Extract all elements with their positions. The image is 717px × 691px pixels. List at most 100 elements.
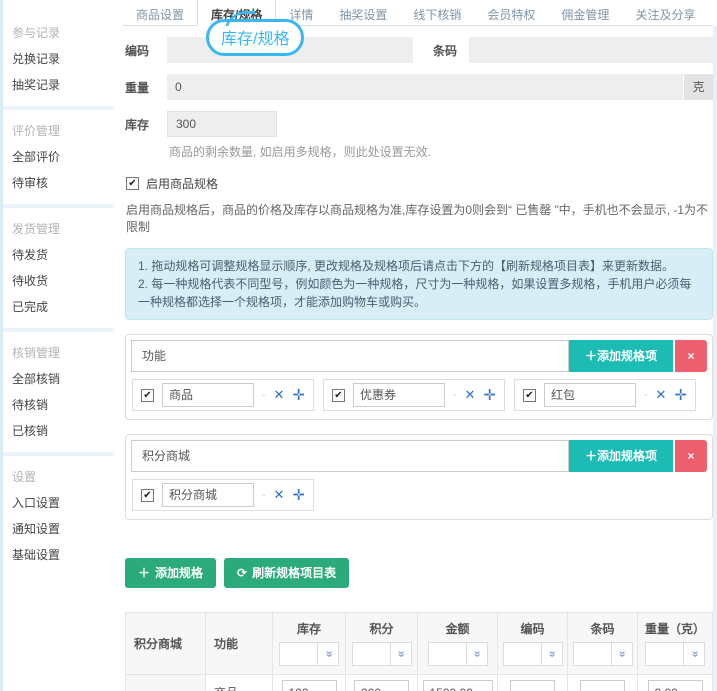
spec-item-input[interactable]: 优惠券 xyxy=(353,383,445,407)
table-row: 积分商城 商品 xyxy=(126,675,713,691)
tab-lottery-settings[interactable]: 抽奖设置 xyxy=(326,0,400,25)
spec-name-input[interactable]: 积分商城 xyxy=(131,440,569,472)
sidebar-item-pending-review[interactable]: 待审核 xyxy=(12,170,120,196)
spec-item-checkbox[interactable]: ✔ xyxy=(141,389,154,402)
delete-spec-button[interactable]: × xyxy=(675,440,707,472)
spec-items-row: ✔ 商品 - ✕ ✛ ✔ 优惠券 - ✕ ✛ ✔ 红包 - ✕ xyxy=(132,379,706,411)
sidebar-item-to-ship[interactable]: 待发货 xyxy=(12,242,120,268)
sidebar-item-pending-verify[interactable]: 待核销 xyxy=(12,392,120,418)
sidebar-group: 核销管理 全部核销 待核销 已核销 xyxy=(12,340,120,444)
refresh-icon: ⟳ xyxy=(237,566,247,580)
chevron-double-down-icon: « xyxy=(321,651,335,658)
batch-apply-button[interactable]: « xyxy=(390,642,412,666)
batch-apply-button[interactable]: « xyxy=(317,642,339,666)
enable-spec-checkbox[interactable]: ✔ xyxy=(126,177,139,190)
chevron-double-down-icon: « xyxy=(470,651,484,658)
spec-item-goods: ✔ 商品 - ✕ ✛ xyxy=(132,379,314,411)
tab-member-privilege[interactable]: 会员特权 xyxy=(474,0,548,25)
tab-commission[interactable]: 佣金管理 xyxy=(548,0,622,25)
spec-item-checkbox[interactable]: ✔ xyxy=(332,389,345,402)
sidebar-item-completed[interactable]: 已完成 xyxy=(12,294,120,320)
plus-icon: ＋ xyxy=(585,349,597,363)
spec-info-line2: 2. 每一种规格代表不同型号，例如颜色为一种规格，尺寸为一种规格，如果设置多规格… xyxy=(138,275,700,311)
drag-move-icon[interactable]: ✛ xyxy=(483,386,496,404)
thumb-placeholder[interactable]: - xyxy=(262,490,265,501)
tab-offline-verify[interactable]: 线下核销 xyxy=(400,0,474,25)
spec-actions: ＋添加规格 ⟳刷新规格项目表 xyxy=(125,558,713,588)
spec-item-input[interactable]: 积分商城 xyxy=(162,483,254,507)
sidebar-item-basic-settings[interactable]: 基础设置 xyxy=(12,542,120,568)
barcode-input[interactable] xyxy=(469,37,713,63)
refresh-spec-table-button[interactable]: ⟳刷新规格项目表 xyxy=(224,558,349,588)
spec-info-box: 1. 拖动规格可调整规格显示顺序, 更改规格及规格项后请点击下方的【刷新规格项目… xyxy=(125,248,713,320)
sidebar-item-entry-settings[interactable]: 入口设置 xyxy=(12,490,120,516)
spec-item-input[interactable]: 红包 xyxy=(544,383,636,407)
sidebar-item-lottery-records[interactable]: 抽奖记录 xyxy=(12,72,120,98)
stock-help-text: 商品的剩余数量, 如启用多规格，则此处设置无效. xyxy=(169,143,713,160)
spec-name-input[interactable]: 功能 xyxy=(131,340,569,372)
spec-item-input[interactable]: 商品 xyxy=(162,383,254,407)
spec-items-row: ✔ 积分商城 - ✕ ✛ xyxy=(132,479,706,511)
remove-item-icon[interactable]: ✕ xyxy=(274,487,285,503)
add-spec-item-button[interactable]: ＋添加规格项 xyxy=(569,440,673,472)
batch-apply-button[interactable]: « xyxy=(611,642,633,666)
plus-icon: ＋ xyxy=(138,566,150,580)
tab-follow-share[interactable]: 关注及分享 xyxy=(622,0,708,25)
add-spec-button[interactable]: ＋添加规格 xyxy=(125,558,216,588)
batch-barcode-input[interactable] xyxy=(573,642,611,666)
main-content: 商品设置 库存/规格 详情 抽奖设置 线下核销 会员特权 佣金管理 关注及分享 … xyxy=(120,0,717,691)
sidebar-divider xyxy=(3,328,114,332)
spec-info-line1: 1. 拖动规格可调整规格显示顺序, 更改规格及规格项后请点击下方的【刷新规格项目… xyxy=(138,257,700,275)
sidebar-header-settings: 设置 xyxy=(12,464,120,490)
drag-move-icon[interactable]: ✛ xyxy=(292,486,305,504)
batch-apply-button[interactable]: « xyxy=(541,642,563,666)
spec-item-redpacket: ✔ 红包 - ✕ ✛ xyxy=(514,379,696,411)
sidebar-item-verified[interactable]: 已核销 xyxy=(12,418,120,444)
points-cell-input[interactable] xyxy=(354,680,409,691)
weight-input[interactable]: 0 xyxy=(167,74,683,100)
row-name: 商品 xyxy=(206,675,273,691)
batch-apply-button[interactable]: « xyxy=(683,642,705,666)
sidebar-item-notify-settings[interactable]: 通知设置 xyxy=(12,516,120,542)
batch-stock-input[interactable] xyxy=(279,642,317,666)
chevron-double-down-icon: « xyxy=(615,651,629,658)
close-icon: × xyxy=(687,449,694,463)
col-header-weight: 重量（克） « xyxy=(638,613,713,675)
scrollbar[interactable] xyxy=(713,26,717,691)
thumb-placeholder[interactable]: - xyxy=(262,390,265,401)
batch-apply-button[interactable]: « xyxy=(466,642,488,666)
drag-move-icon[interactable]: ✛ xyxy=(674,386,687,404)
stock-cell-input[interactable] xyxy=(282,680,337,691)
remove-item-icon[interactable]: ✕ xyxy=(656,387,667,403)
amount-cell-input[interactable] xyxy=(423,680,493,691)
spec-item-checkbox[interactable]: ✔ xyxy=(141,489,154,502)
sidebar-item-all-reviews[interactable]: 全部评价 xyxy=(12,144,120,170)
barcode-cell-input[interactable] xyxy=(580,680,625,691)
add-spec-item-button[interactable]: ＋添加规格项 xyxy=(569,340,673,372)
spec-item-checkbox[interactable]: ✔ xyxy=(523,389,536,402)
thumb-placeholder[interactable]: - xyxy=(644,390,647,401)
batch-points-input[interactable] xyxy=(352,642,390,666)
row-group-label: 积分商城 xyxy=(126,675,206,691)
batch-weight-input[interactable] xyxy=(645,642,683,666)
weight-row: 重量 0 克 xyxy=(125,74,713,100)
weight-cell-input[interactable] xyxy=(648,680,703,691)
barcode-label: 条码 xyxy=(433,42,469,59)
remove-item-icon[interactable]: ✕ xyxy=(274,387,285,403)
chevron-double-down-icon: « xyxy=(394,651,408,658)
sidebar-header-verification: 核销管理 xyxy=(12,340,120,366)
thumb-placeholder[interactable]: - xyxy=(453,390,456,401)
remove-item-icon[interactable]: ✕ xyxy=(465,387,476,403)
sidebar-item-exchange-records[interactable]: 兑换记录 xyxy=(12,46,120,72)
code-cell-input[interactable] xyxy=(510,680,555,691)
batch-code-input[interactable] xyxy=(503,642,541,666)
stock-label: 库存 xyxy=(125,116,167,133)
stock-input[interactable]: 300 xyxy=(167,111,277,137)
drag-move-icon[interactable]: ✛ xyxy=(292,386,305,404)
sidebar-item-all-verify[interactable]: 全部核销 xyxy=(12,366,120,392)
enable-spec-label: 启用商品规格 xyxy=(146,175,218,192)
tab-product-settings[interactable]: 商品设置 xyxy=(123,0,197,25)
delete-spec-button[interactable]: × xyxy=(675,340,707,372)
batch-amount-input[interactable] xyxy=(428,642,466,666)
sidebar-item-to-receive[interactable]: 待收货 xyxy=(12,268,120,294)
